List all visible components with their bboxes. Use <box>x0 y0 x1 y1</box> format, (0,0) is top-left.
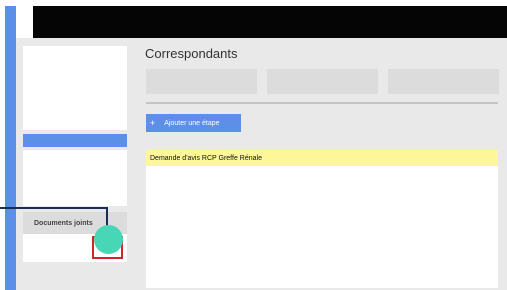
list-item[interactable]: Demande d'avis RCP Greffe Rénale <box>146 150 498 166</box>
add-step-button[interactable]: + Ajouter une étape <box>146 114 241 132</box>
page-title: Correspondants <box>145 46 238 61</box>
top-bar-dark-region <box>33 6 507 38</box>
correspondant-field-1[interactable] <box>146 69 257 94</box>
list-item-label: Demande d'avis RCP Greffe Rénale <box>150 154 262 162</box>
correspondant-field-2[interactable] <box>267 69 378 94</box>
section-divider <box>146 102 498 104</box>
sidebar-panel-top <box>23 46 127 130</box>
plus-icon: + <box>150 117 156 128</box>
left-accent-bar <box>5 6 16 290</box>
sidebar-selected-item[interactable] <box>23 134 127 147</box>
add-step-label: Ajouter une étape <box>164 119 220 127</box>
steps-panel <box>146 150 498 288</box>
documents-joints-label: Documents joints <box>34 219 93 227</box>
correspondant-field-3[interactable] <box>388 69 499 94</box>
click-marker <box>94 225 123 254</box>
callout-line-horizontal <box>0 207 108 209</box>
sidebar-panel-middle <box>23 150 127 206</box>
